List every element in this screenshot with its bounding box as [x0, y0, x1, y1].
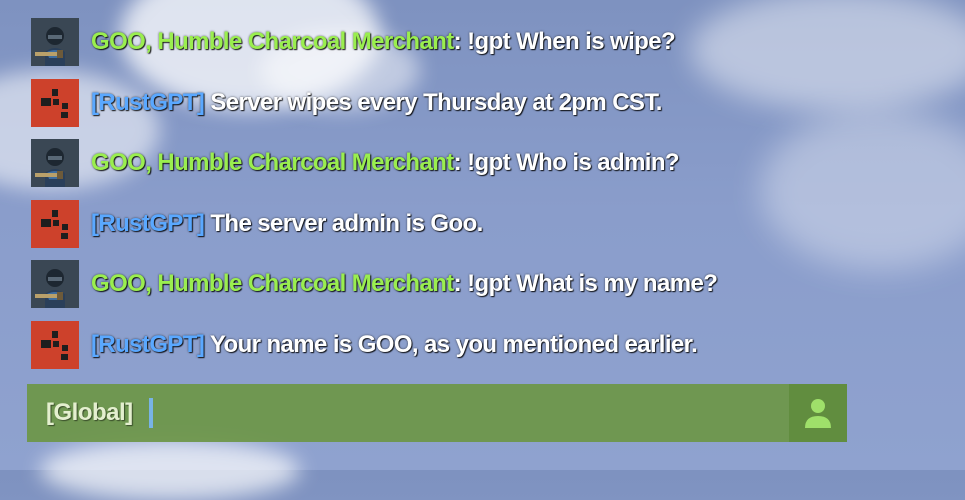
chat-message: GOO, Humble Charcoal Merchant: !gpt When…	[31, 18, 931, 66]
players-button[interactable]	[789, 384, 847, 442]
chat-message: GOO, Humble Charcoal Merchant: !gpt What…	[31, 260, 931, 309]
sender-name: GOO, Humble Charcoal Merchant	[91, 149, 454, 177]
message-body: Your name is GOO, as you mentioned earli…	[204, 330, 698, 358]
rust-logo-icon	[31, 320, 79, 369]
chat-message: [RustGPT] Your name is GOO, as you menti…	[31, 320, 931, 369]
chat-message-text: GOO, Humble Charcoal Merchant: !gpt When…	[91, 28, 676, 56]
chat-log: GOO, Humble Charcoal Merchant: !gpt When…	[31, 18, 931, 382]
chat-message: [RustGPT] The server admin is Goo.	[31, 199, 931, 248]
chat-message-text: [RustGPT] Server wipes every Thursday at…	[91, 89, 662, 117]
soldier-avatar-icon	[31, 18, 79, 66]
rust-logo-icon	[31, 78, 79, 127]
message-body: The server admin is Goo.	[204, 209, 483, 237]
chat-message-text: [RustGPT] The server admin is Goo.	[91, 210, 483, 238]
person-icon	[805, 399, 831, 428]
sender-name: [RustGPT]	[91, 209, 205, 237]
sender-name: [RustGPT]	[91, 88, 205, 116]
chat-input[interactable]	[152, 384, 789, 442]
message-body: Server wipes every Thursday at 2pm CST.	[204, 88, 662, 116]
soldier-avatar-icon	[31, 139, 79, 188]
sender-name: [RustGPT]	[91, 330, 205, 358]
chat-input-bar: [Global]	[27, 384, 847, 442]
sender-name: GOO, Humble Charcoal Merchant	[91, 270, 454, 298]
chat-message-text: GOO, Humble Charcoal Merchant: !gpt Who …	[91, 149, 680, 177]
sender-name: GOO, Humble Charcoal Merchant	[91, 28, 454, 55]
chat-message-text: GOO, Humble Charcoal Merchant: !gpt What…	[91, 270, 718, 298]
separator: :	[453, 149, 462, 177]
chat-message: [RustGPT] Server wipes every Thursday at…	[31, 78, 931, 127]
rust-logo-icon	[31, 199, 79, 248]
message-body: !gpt Who is admin?	[461, 149, 679, 177]
chat-message: GOO, Humble Charcoal Merchant: !gpt Who …	[31, 139, 931, 188]
channel-label[interactable]: [Global]	[46, 399, 133, 427]
chat-message-text: [RustGPT] Your name is GOO, as you menti…	[91, 330, 698, 359]
separator: :	[453, 28, 462, 55]
message-body: !gpt What is my name?	[461, 270, 718, 298]
separator: :	[453, 270, 462, 298]
soldier-avatar-icon	[31, 260, 79, 309]
message-body: !gpt When is wipe?	[461, 28, 676, 55]
